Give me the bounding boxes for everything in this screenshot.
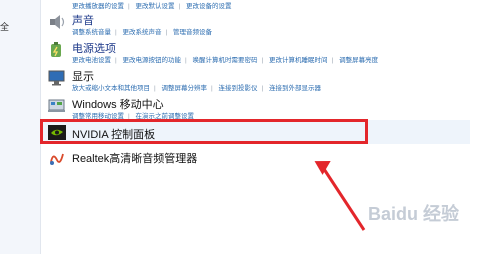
baidu-watermark: Baidu 经验 (368, 204, 460, 224)
